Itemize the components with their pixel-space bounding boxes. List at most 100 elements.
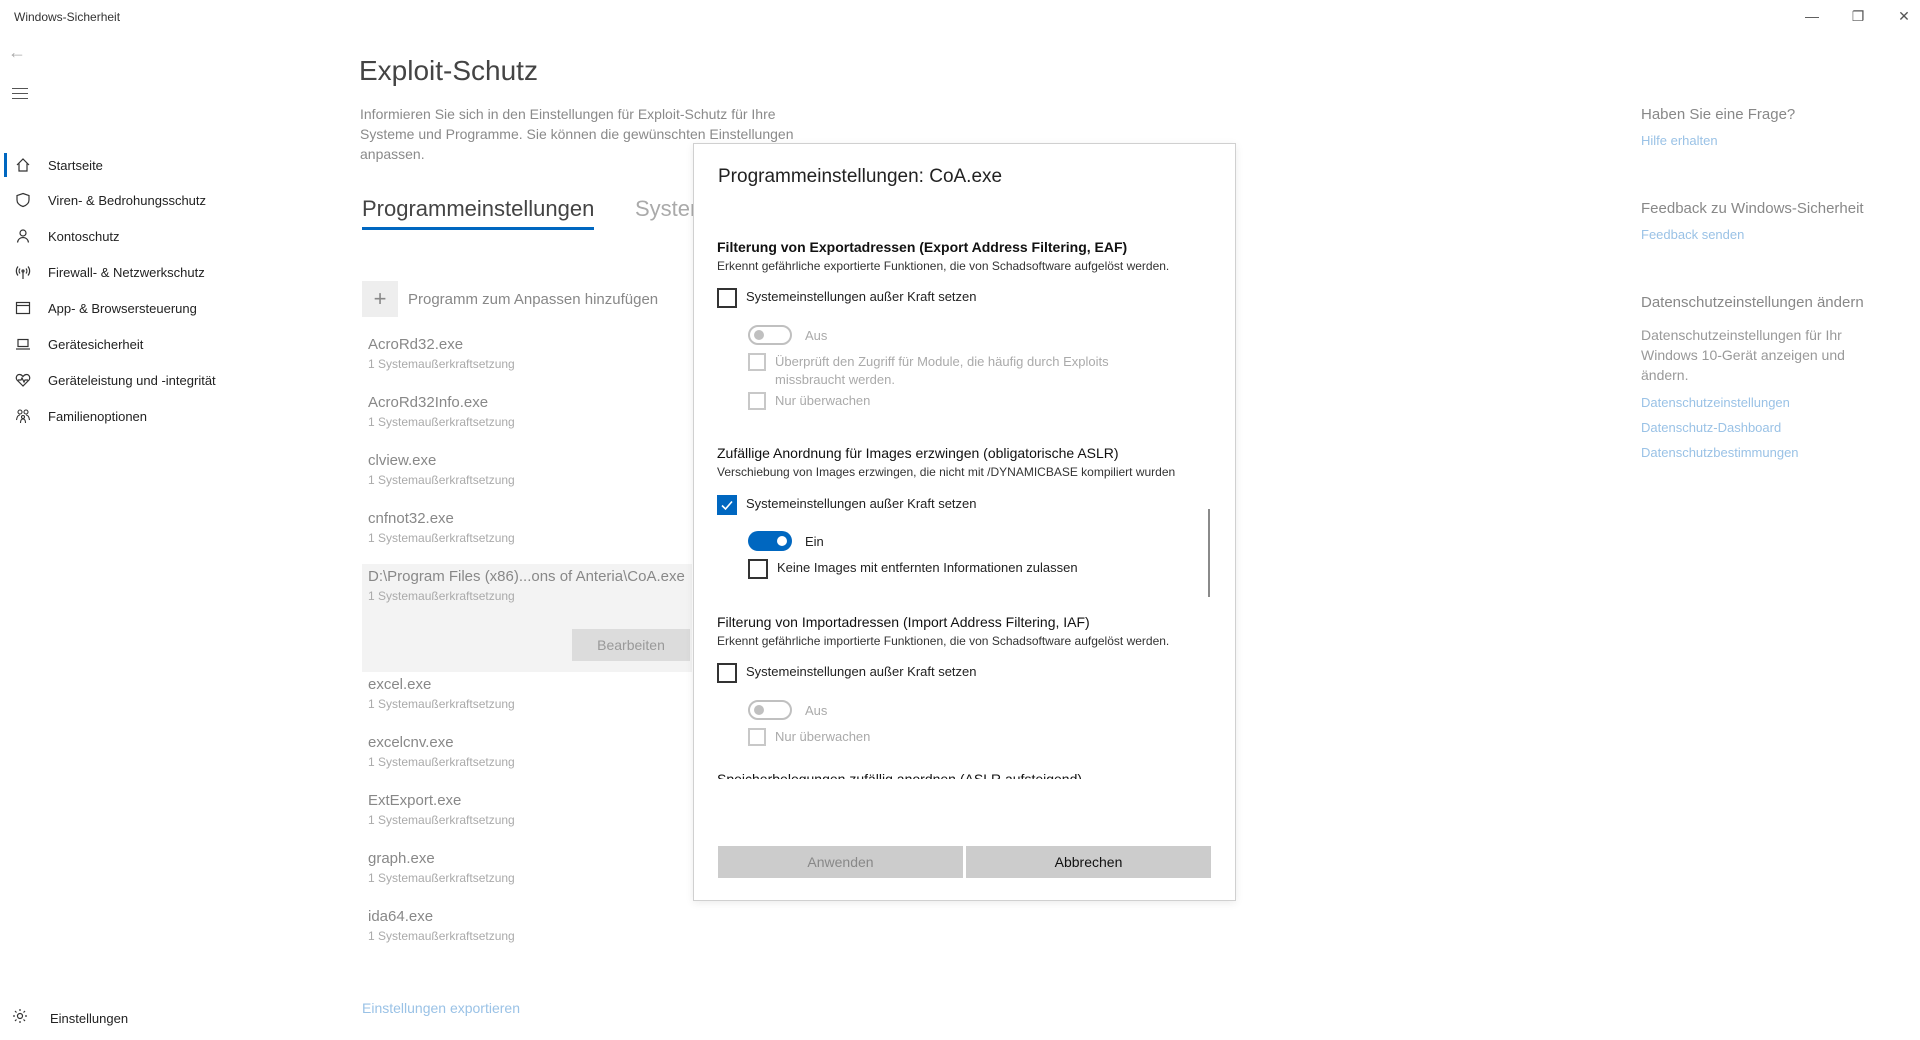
app-window-icon — [12, 300, 34, 316]
aslr-toggle[interactable]: Ein — [748, 531, 824, 551]
home-icon — [12, 157, 34, 173]
privacy-settings-link[interactable]: Datenschutzeinstellungen — [1641, 395, 1881, 410]
list-item[interactable]: ExtExport.exe 1 Systemaußerkraftsetzung — [362, 788, 692, 846]
program-override-count: 1 Systemaußerkraftsetzung — [368, 929, 515, 943]
section-title: Speicherbelegungen zufällig anordnen (AS… — [717, 771, 1083, 779]
plus-icon: + — [362, 281, 398, 317]
list-item[interactable]: graph.exe 1 Systemaußerkraftsetzung — [362, 846, 692, 904]
program-name: excelcnv.exe — [368, 734, 454, 751]
iaf-section: Filterung von Importadressen (Import Add… — [717, 614, 1217, 648]
checkbox-label: Systemeinstellungen außer Kraft setzen — [746, 289, 977, 304]
right-panel: Haben Sie eine Frage? Hilfe erhalten Fee… — [1641, 106, 1881, 460]
list-item[interactable]: excel.exe 1 Systemaußerkraftsetzung — [362, 672, 692, 730]
program-override-count: 1 Systemaußerkraftsetzung — [368, 755, 515, 769]
sidebar-item-virus-protection[interactable]: Viren- & Bedrohungsschutz — [0, 180, 340, 220]
program-name: excel.exe — [368, 676, 432, 693]
edit-button[interactable]: Bearbeiten — [572, 629, 690, 661]
sidebar-item-label: Kontoschutz — [48, 228, 120, 244]
sidebar-item-label: Familienoptionen — [48, 408, 148, 424]
iaf-toggle[interactable]: Aus — [748, 700, 827, 720]
question-heading: Haben Sie eine Frage? — [1641, 106, 1796, 123]
close-button[interactable]: ✕ — [1881, 0, 1920, 32]
hamburger-menu-icon[interactable] — [12, 88, 28, 102]
dialog-scrollbar[interactable] — [1208, 509, 1210, 597]
checkbox-label: Nur überwachen — [775, 393, 871, 408]
sidebar-item-label: Geräteleistung und -integrität — [48, 372, 216, 388]
checkbox-label: Systemeinstellungen außer Kraft setzen — [746, 664, 977, 679]
eaf-audit-checkbox[interactable]: Nur überwachen — [748, 392, 870, 410]
list-item[interactable]: clview.exe 1 Systemaußerkraftsetzung — [362, 448, 692, 506]
list-item[interactable]: AcroRd32Info.exe 1 Systemaußerkraftsetzu… — [362, 390, 692, 448]
sidebar-item-label: Startseite — [48, 157, 103, 173]
eaf-module-access-checkbox[interactable]: Überprüft den Zugriff für Module, die hä… — [748, 353, 1148, 389]
aslr-override-checkbox[interactable]: Systemeinstellungen außer Kraft setzen — [717, 495, 977, 515]
help-link[interactable]: Hilfe erhalten — [1641, 133, 1881, 148]
program-override-count: 1 Systemaußerkraftsetzung — [368, 531, 515, 545]
privacy-dashboard-link[interactable]: Datenschutz-Dashboard — [1641, 420, 1881, 435]
list-item[interactable]: cnfnot32.exe 1 Systemaußerkraftsetzung — [362, 506, 692, 564]
maximize-button[interactable]: ❐ — [1835, 0, 1881, 32]
program-override-count: 1 Systemaußerkraftsetzung — [368, 871, 515, 885]
program-name: D:\Program Files (x86)...ons of Anteria\… — [368, 568, 685, 585]
aslr-no-stripped-images-checkbox[interactable]: Keine Images mit entfernten Informatione… — [748, 559, 1078, 579]
program-override-count: 1 Systemaußerkraftsetzung — [368, 589, 515, 603]
program-override-count: 1 Systemaußerkraftsetzung — [368, 473, 515, 487]
list-item[interactable]: ida64.exe 1 Systemaußerkraftsetzung — [362, 904, 692, 962]
minimize-button[interactable]: — — [1789, 0, 1835, 32]
checkbox-box — [748, 353, 766, 371]
toggle-label: Aus — [805, 702, 828, 718]
iaf-override-checkbox[interactable]: Systemeinstellungen außer Kraft setzen — [717, 663, 977, 683]
person-icon — [12, 228, 34, 244]
program-name: cnfnot32.exe — [368, 510, 454, 527]
heart-pulse-icon — [12, 372, 34, 388]
eaf-section: Filterung von Exportadressen (Export Add… — [717, 239, 1217, 273]
add-program-button[interactable]: + Programm zum Anpassen hinzufügen — [362, 281, 658, 317]
eaf-toggle[interactable]: Aus — [748, 325, 827, 345]
checkbox-label: Überprüft den Zugriff für Module, die hä… — [775, 354, 1109, 387]
apply-button[interactable]: Anwenden — [718, 846, 963, 878]
feedback-heading: Feedback zu Windows-Sicherheit — [1641, 200, 1864, 217]
sidebar-item-device-security[interactable]: Gerätesicherheit — [0, 324, 340, 364]
list-item-selected[interactable]: D:\Program Files (x86)...ons of Anteria\… — [362, 564, 692, 672]
sidebar-item-app-browser[interactable]: App- & Browsersteuerung — [0, 288, 340, 328]
program-name: ida64.exe — [368, 908, 434, 925]
aslr-section: Zufällige Anordnung für Images erzwingen… — [717, 445, 1217, 479]
sidebar-item-home[interactable]: Startseite — [0, 145, 340, 185]
sidebar-item-device-performance[interactable]: Geräteleistung und -integrität — [0, 360, 340, 400]
export-settings-link[interactable]: Einstellungen exportieren — [362, 1000, 520, 1016]
sidebar-item-firewall[interactable]: Firewall- & Netzwerkschutz — [0, 252, 340, 292]
sidebar-item-settings[interactable]: Einstellungen — [12, 1008, 128, 1029]
tab-system-settings[interactable]: Systemeinstellungen — [635, 196, 695, 222]
sidebar-item-account-protection[interactable]: Kontoschutz — [0, 216, 340, 256]
sidebar: ← Startseite Viren- & Bedrohungsschutz K… — [0, 32, 340, 1040]
page-title: Exploit-Schutz — [359, 55, 538, 86]
checkbox-label: Systemeinstellungen außer Kraft setzen — [746, 496, 977, 511]
tab-program-settings[interactable]: Programmeinstellungen — [362, 196, 595, 230]
privacy-heading: Datenschutzeinstellungen ändern — [1641, 294, 1864, 311]
list-item[interactable]: AcroRd32.exe 1 Systemaußerkraftsetzung — [362, 332, 692, 390]
section-title: Zufällige Anordnung für Images erzwingen… — [717, 445, 1119, 461]
checkbox-box — [748, 392, 766, 410]
aslr-bottomup-section: Speicherbelegungen zufällig anordnen (AS… — [717, 771, 1217, 779]
list-item[interactable]: excelcnv.exe 1 Systemaußerkraftsetzung — [362, 730, 692, 788]
dialog-scroll-area[interactable]: Filterung von Exportadressen (Export Add… — [717, 239, 1217, 779]
section-description: Erkennt gefährliche importierte Funktion… — [717, 634, 1170, 648]
program-name: clview.exe — [368, 452, 437, 469]
program-name: graph.exe — [368, 850, 435, 867]
section-title: Filterung von Importadressen (Import Add… — [717, 614, 1090, 630]
program-override-count: 1 Systemaußerkraftsetzung — [368, 813, 515, 827]
cancel-button[interactable]: Abbrechen — [966, 846, 1211, 878]
laptop-icon — [12, 336, 34, 352]
feedback-link[interactable]: Feedback senden — [1641, 227, 1881, 242]
section-description: Erkennt gefährliche exportierte Funktion… — [717, 259, 1170, 273]
iaf-audit-checkbox[interactable]: Nur überwachen — [748, 728, 870, 746]
sidebar-item-label: Firewall- & Netzwerkschutz — [48, 264, 205, 280]
checkbox-box — [717, 663, 737, 683]
back-arrow-icon[interactable]: ← — [8, 42, 32, 66]
sidebar-item-family[interactable]: Familienoptionen — [0, 396, 340, 436]
privacy-statement-link[interactable]: Datenschutzbestimmungen — [1641, 445, 1881, 460]
checkbox-label: Nur überwachen — [775, 729, 871, 744]
toggle-label: Aus — [805, 327, 828, 343]
eaf-override-checkbox[interactable]: Systemeinstellungen außer Kraft setzen — [717, 288, 977, 308]
sidebar-item-label: Viren- & Bedrohungsschutz — [48, 192, 207, 208]
